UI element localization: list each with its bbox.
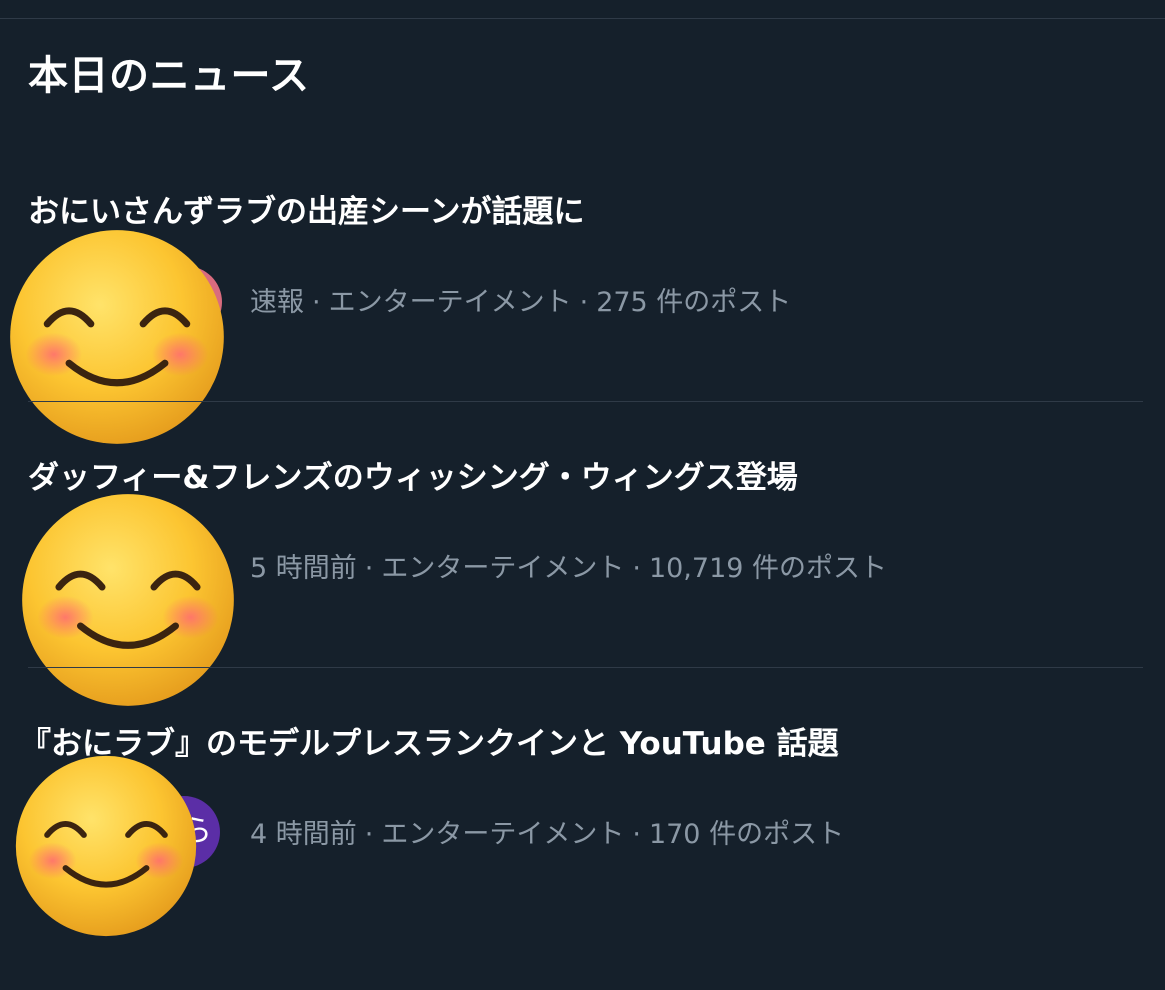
meta-separator: · bbox=[312, 287, 321, 318]
section-title: 本日のニュース bbox=[28, 53, 310, 99]
news-meta: 5 時間前 · エンターテイメント · 10,719 件のポスト bbox=[250, 552, 887, 586]
top-divider bbox=[0, 18, 1165, 19]
smiling-face-emoji-icon bbox=[10, 230, 224, 444]
meta-separator: · bbox=[632, 553, 641, 584]
news-item[interactable]: おにいさんずラブの出産シーンが話題に 速報 · エンターテイメント · 275 件のポス… bbox=[0, 180, 1165, 446]
news-meta: 4 時間前 · エンターテイメント · 170 件のポスト bbox=[250, 818, 844, 852]
meta-separator: · bbox=[579, 287, 589, 318]
meta-separator: · bbox=[632, 819, 641, 850]
smiling-face-emoji-icon bbox=[22, 494, 234, 706]
news-meta: 速報 · エンターテイメント · 275 件のポスト bbox=[250, 286, 791, 320]
smiling-face-emoji-icon bbox=[15, 755, 197, 937]
item-divider bbox=[28, 667, 1143, 668]
news-time: 5 時間前 bbox=[250, 553, 357, 584]
news-time: 4 時間前 bbox=[250, 819, 357, 850]
news-post-count: 275 件のポスト bbox=[596, 287, 792, 318]
news-item[interactable]: ダッフィー&フレンズのウィッシング・ウィングス登場 5 時間前 · エンターテイメン… bbox=[0, 446, 1165, 712]
news-item[interactable]: 『おにラブ』のモデルプレスランクインと YouTube 話題 ら 4 時間前 · エ… bbox=[0, 712, 1165, 978]
news-headline: ダッフィー&フレンズのウィッシング・ウィングス登場 bbox=[28, 460, 798, 496]
meta-separator: · bbox=[364, 553, 374, 584]
news-headline: 『おにラブ』のモデルプレスランクインと YouTube 話題 bbox=[20, 726, 839, 762]
news-headline: おにいさんずラブの出産シーンが話題に bbox=[28, 194, 585, 230]
news-category: エンターテイメント bbox=[328, 287, 572, 318]
news-time: 速報 bbox=[250, 287, 304, 318]
news-category: エンターテイメント bbox=[381, 819, 625, 850]
item-divider bbox=[28, 401, 1143, 402]
news-post-count: 170 件のポスト bbox=[648, 819, 845, 850]
news-category: エンターテイメント bbox=[381, 553, 625, 584]
meta-separator: · bbox=[364, 819, 374, 850]
news-post-count: 10,719 件のポスト bbox=[648, 553, 888, 584]
